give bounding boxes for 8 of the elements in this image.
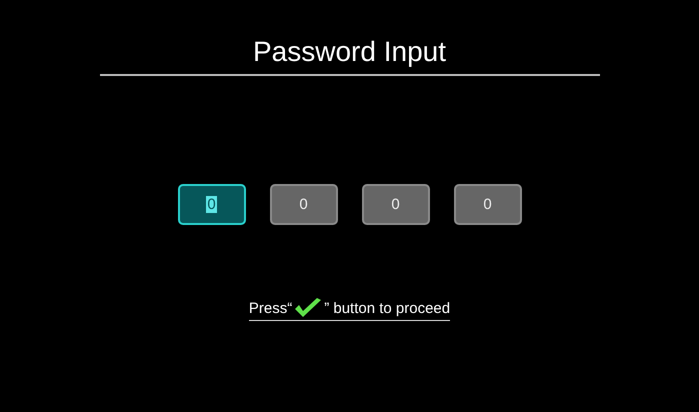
checkmark-icon — [293, 297, 324, 319]
digit-field[interactable]: 0 — [362, 184, 430, 225]
hint-text: ” button to proceed — [324, 300, 450, 316]
page-title: Password Input — [253, 35, 446, 69]
hint-text: Press“ — [248, 300, 292, 316]
digit-field[interactable]: 0 — [270, 184, 338, 225]
digit-field[interactable]: 0 — [454, 184, 522, 225]
digit-field[interactable]: 0 — [178, 184, 246, 225]
